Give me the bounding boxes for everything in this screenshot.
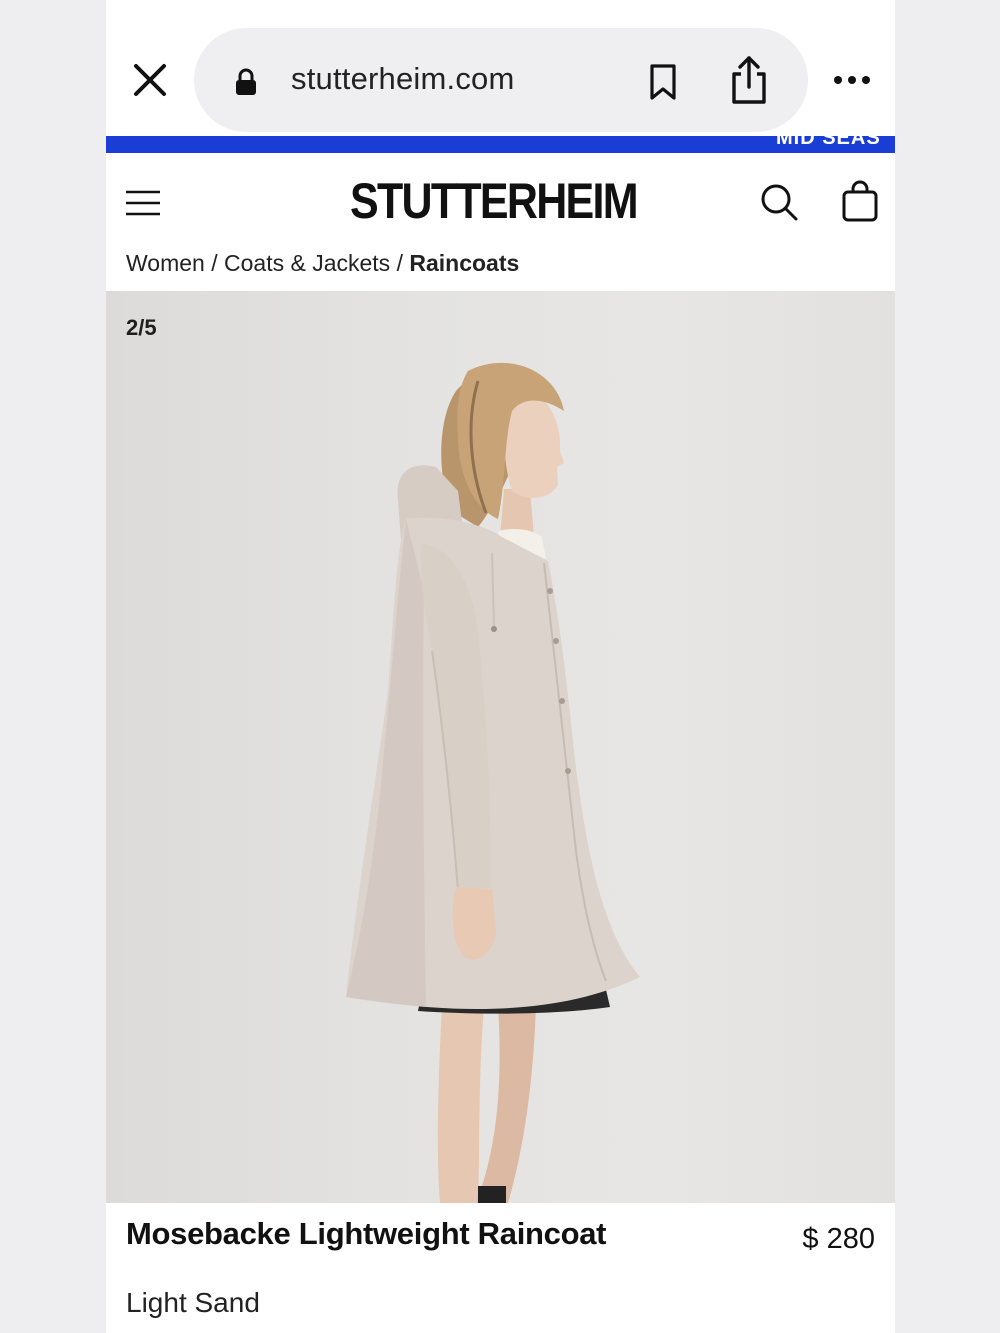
close-button[interactable] bbox=[128, 58, 172, 102]
share-icon[interactable] bbox=[724, 54, 774, 106]
gallery-counter: 2/5 bbox=[126, 315, 157, 340]
product-color: Light Sand bbox=[126, 1287, 260, 1318]
menu-icon[interactable] bbox=[124, 187, 162, 219]
product-info: Mosebacke Lightweight Raincoat Light San… bbox=[106, 1203, 895, 1333]
url-text: stutterheim.com bbox=[291, 61, 515, 96]
breadcrumb: Women / Coats & Jackets / Raincoats bbox=[126, 250, 519, 277]
search-icon[interactable] bbox=[758, 181, 800, 223]
site-header: STUTTERHEIM Women / Coats & Jackets / Ra… bbox=[106, 153, 895, 291]
product-title: Mosebacke Lightweight Raincoat bbox=[126, 1216, 607, 1251]
breadcrumb-raincoats: Raincoats bbox=[409, 250, 520, 276]
product-price: $ 280 bbox=[802, 1223, 875, 1255]
promo-text: MID SEAS bbox=[776, 136, 881, 149]
breadcrumb-coats-jackets[interactable]: Coats & Jackets bbox=[224, 250, 390, 276]
right-margin bbox=[895, 0, 1000, 1333]
promo-banner[interactable]: MID SEAS bbox=[106, 136, 895, 153]
browser-toolbar: stutterheim.com bbox=[106, 0, 895, 136]
product-image-gallery[interactable]: 2/5 bbox=[106, 291, 895, 1203]
lock-icon bbox=[236, 68, 256, 95]
more-icon bbox=[834, 76, 870, 84]
site-logo[interactable]: STUTTERHEIM bbox=[350, 169, 639, 233]
left-margin bbox=[0, 0, 106, 1333]
product-photo bbox=[346, 362, 640, 1203]
breadcrumb-women[interactable]: Women bbox=[126, 250, 205, 276]
phone-screen: stutterheim.com MID SEAS STUTTERHEIM Wom… bbox=[106, 0, 895, 1333]
close-icon bbox=[134, 64, 166, 96]
more-options-button[interactable] bbox=[830, 62, 874, 98]
bookmark-icon[interactable] bbox=[644, 62, 682, 102]
breadcrumb-separator: / bbox=[204, 250, 224, 276]
bag-icon[interactable] bbox=[840, 179, 880, 223]
address-bar[interactable]: stutterheim.com bbox=[194, 28, 808, 132]
breadcrumb-separator: / bbox=[390, 250, 410, 276]
